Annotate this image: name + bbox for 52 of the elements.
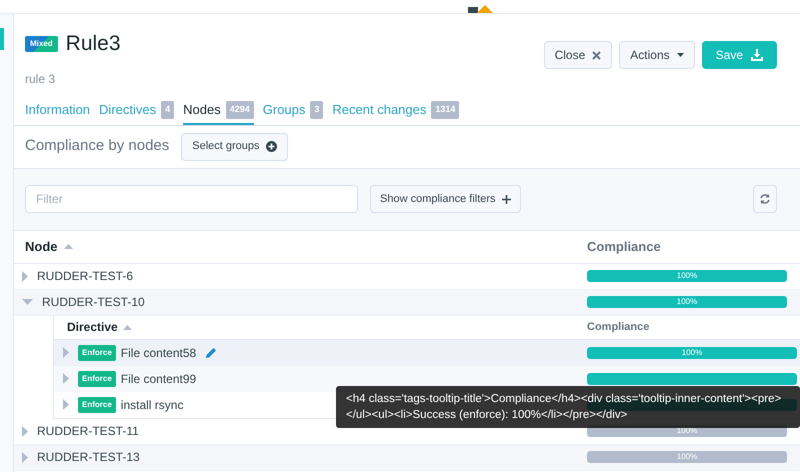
plus-icon — [502, 194, 511, 204]
directive-name[interactable]: install rsync — [120, 396, 184, 414]
column-header[interactable]: Directive — [67, 318, 118, 336]
rule-description: rule 3 — [25, 70, 56, 88]
node-name[interactable]: RUDDER-TEST-10 — [42, 293, 145, 311]
download-icon — [751, 49, 763, 61]
compliance-value: 100% — [676, 427, 698, 435]
select-groups-button[interactable]: Select groups — [181, 132, 288, 160]
node-name[interactable]: RUDDER-TEST-6 — [37, 267, 134, 285]
filter-field[interactable]: Filter — [25, 185, 358, 213]
close-button[interactable]: Close — [544, 41, 612, 69]
refresh-button[interactable] — [753, 185, 777, 213]
count-badge: 3 — [310, 101, 324, 119]
close-icon — [592, 50, 602, 60]
compliance-filters-button[interactable]: Show compliance filters — [370, 185, 521, 213]
actions-button[interactable]: Actions — [619, 41, 695, 69]
enforce-badge: Enforce — [78, 344, 116, 360]
enforce-badge: Enforce — [78, 396, 116, 412]
collapse-icon[interactable] — [22, 299, 33, 305]
rule-title: Rule3 — [66, 31, 121, 57]
count-badge: 4294 — [226, 101, 254, 119]
column-header[interactable]: Compliance — [587, 236, 661, 256]
count-badge: 1314 — [431, 101, 460, 119]
expand-icon[interactable] — [63, 373, 69, 384]
sort-icon — [64, 244, 72, 249]
column-header[interactable]: Node — [25, 236, 58, 256]
compliance-value: 100% — [676, 453, 698, 461]
directive-name[interactable]: File content99 — [120, 370, 196, 388]
edit-icon[interactable] — [206, 347, 218, 358]
sort-icon — [122, 324, 132, 330]
expand-icon[interactable] — [22, 426, 28, 436]
directive-name[interactable]: File content58 — [120, 344, 196, 362]
expand-icon[interactable] — [63, 399, 69, 410]
count-badge: 4 — [161, 101, 174, 119]
plus-circle-icon — [266, 141, 277, 152]
enforce-badge: Enforce — [78, 370, 116, 386]
tooltip: <h4 class='tags-tooltip-title'>Compliance</h4><div class='tooltip-inner-content'><pre></ul><ul><li>Success (enforce): 100%</li></pre></div> — [336, 386, 800, 428]
caret-icon — [676, 53, 684, 57]
warning-icon[interactable] — [468, 5, 494, 13]
compliance-value: 100% — [676, 298, 698, 306]
compliance-value: 100% — [682, 348, 702, 356]
refresh-icon — [759, 193, 771, 205]
column-header[interactable]: Compliance — [587, 318, 650, 336]
expand-icon[interactable] — [22, 270, 28, 282]
node-name[interactable]: RUDDER-TEST-11 — [37, 422, 139, 440]
node-name[interactable]: RUDDER-TEST-13 — [37, 448, 140, 466]
expand-icon[interactable] — [63, 347, 69, 358]
section-title: Compliance by nodes — [25, 136, 170, 156]
mixed-badge: Mixed — [25, 36, 58, 52]
expand-icon[interactable] — [22, 452, 28, 462]
compliance-value: 100% — [676, 272, 698, 280]
tab[interactable]: Nodes 4294 — [183, 98, 254, 124]
